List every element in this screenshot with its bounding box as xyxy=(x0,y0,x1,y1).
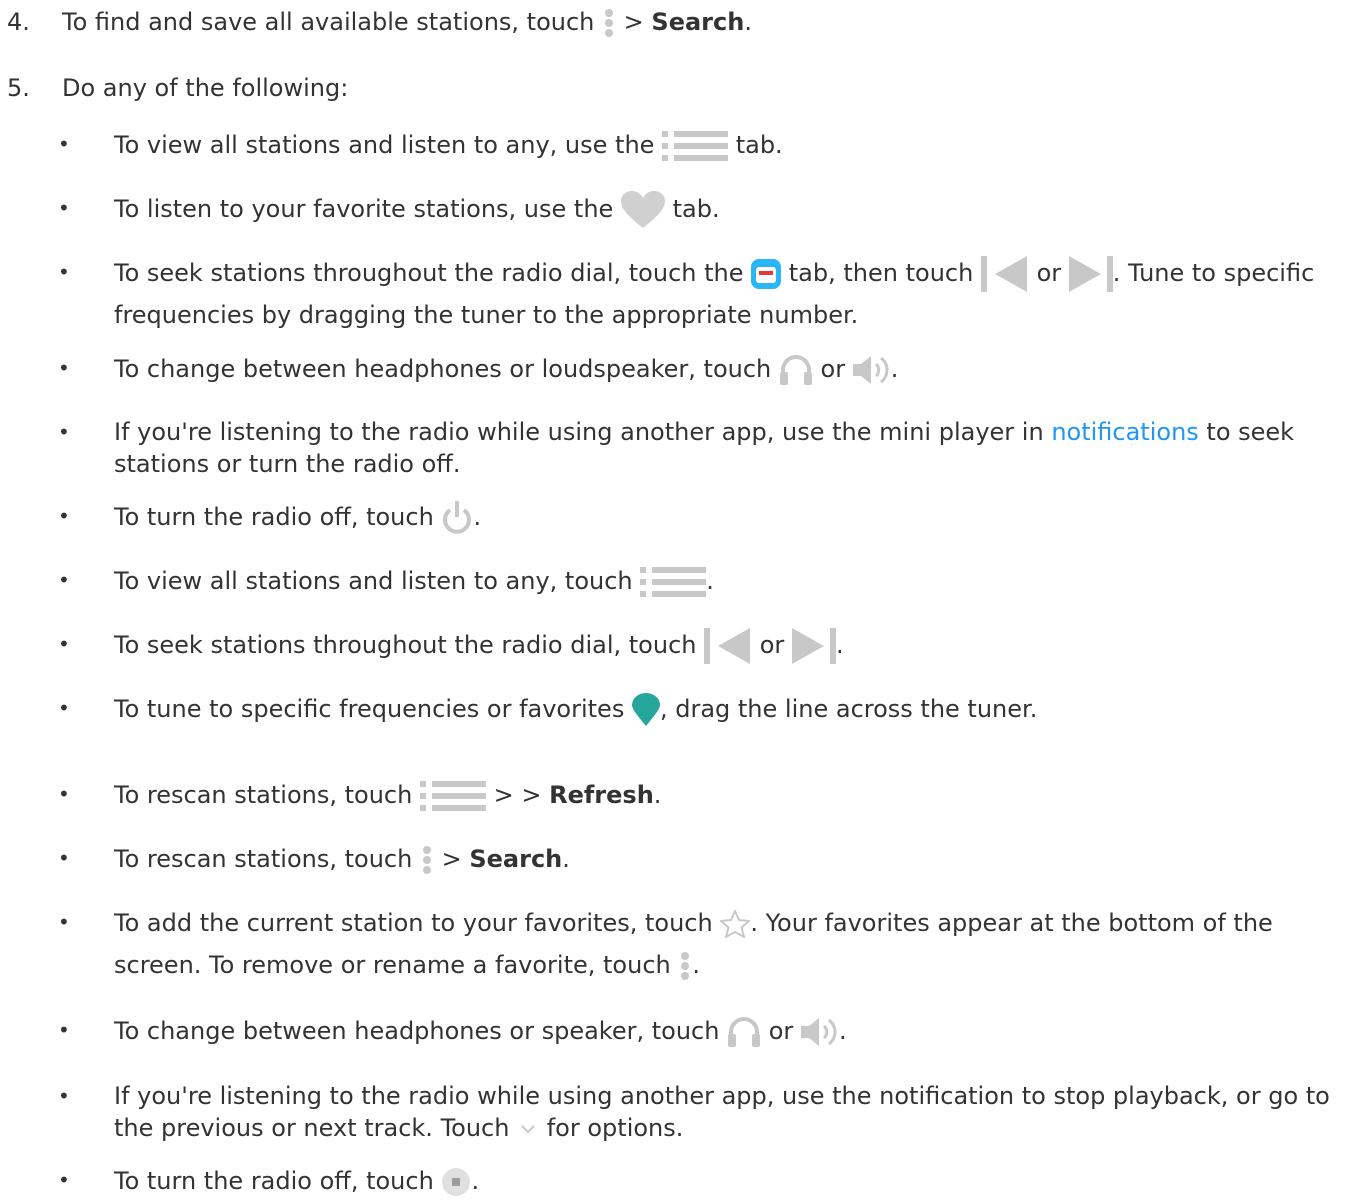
list-item: • To rescan stations, touch > Search. xyxy=(58,838,1348,880)
list-item: • To turn the radio off, touch . xyxy=(58,496,1348,538)
item-text: To listen to your favorite stations, use… xyxy=(114,195,614,223)
star-outline-icon xyxy=(720,910,751,938)
list-item: • To add the current station to your fav… xyxy=(58,902,1348,986)
item-text: tab. xyxy=(735,131,783,159)
item-text: If you're listening to the radio while u… xyxy=(114,418,1044,446)
bullet: • xyxy=(58,1168,70,1192)
item-text: To tune to specific frequencies or favor… xyxy=(114,695,625,723)
item-text: To seek stations throughout the radio di… xyxy=(114,259,744,287)
item-text: . xyxy=(653,781,662,809)
item-text: To change between headphones or speaker,… xyxy=(114,1017,720,1045)
headphones-icon xyxy=(727,1016,761,1048)
list-tab-icon xyxy=(640,563,707,601)
gt-symbol: > > xyxy=(493,781,542,809)
bullet: • xyxy=(58,132,70,156)
bullet: • xyxy=(58,910,70,934)
heart-tab-icon xyxy=(620,191,665,229)
speaker-icon xyxy=(800,1016,839,1048)
item-text: To view all stations and listen to any, … xyxy=(114,567,633,595)
list-tab-icon xyxy=(419,777,486,815)
bullet: • xyxy=(58,504,70,528)
item-text: tab. xyxy=(672,195,720,223)
bullet: • xyxy=(58,1084,70,1108)
list-item: • To change between headphones or speake… xyxy=(58,1010,1348,1052)
list-item: • To view all stations and listen to any… xyxy=(58,124,1348,166)
list-tab-icon xyxy=(662,127,729,165)
bold-term: Refresh xyxy=(549,781,654,809)
skip-previous-icon xyxy=(980,256,1029,292)
item-text: . xyxy=(471,1167,480,1195)
item-text: or xyxy=(768,1017,794,1045)
skip-previous-icon xyxy=(704,628,752,664)
item-text: . xyxy=(706,567,714,595)
headphones-icon xyxy=(779,354,813,386)
list-item: • To seek stations throughout the radio … xyxy=(58,624,1348,666)
item-text: . xyxy=(838,1017,847,1045)
list-item: • To seek stations throughout the radio … xyxy=(58,252,1348,336)
gt-symbol: > xyxy=(441,845,462,873)
chevron-down-icon xyxy=(517,1122,539,1136)
item-text: or xyxy=(1036,259,1062,287)
notifications-link[interactable]: notifications xyxy=(1051,418,1198,446)
list-item: • If you're listening to the radio while… xyxy=(58,1080,1348,1144)
bullet: • xyxy=(58,782,70,806)
item-text: . xyxy=(890,355,899,383)
item-text: To seek stations throughout the radio di… xyxy=(114,631,697,659)
item-text: for options. xyxy=(546,1114,684,1142)
item-text: To add the current station to your favor… xyxy=(114,909,713,937)
list-item: • To listen to your favorite stations, u… xyxy=(58,188,1348,230)
bullet: • xyxy=(58,696,70,720)
item-text: or xyxy=(759,631,785,659)
more-vert-icon xyxy=(602,8,616,38)
punctuation: . xyxy=(692,951,701,979)
list-item: • To tune to specific frequencies or fav… xyxy=(58,688,1348,730)
item-text: . xyxy=(473,503,482,531)
item-text: . xyxy=(835,631,844,659)
item-text: tab, then touch xyxy=(788,259,974,287)
power-icon xyxy=(441,501,473,535)
more-vert-icon xyxy=(420,845,434,875)
bold-term: Search xyxy=(469,845,563,873)
item-text: To rescan stations, touch xyxy=(114,845,413,873)
item-text: If you're listening to the radio while u… xyxy=(114,1082,1330,1142)
speaker-icon xyxy=(852,354,891,386)
step-number: 4. xyxy=(7,8,30,36)
list-item: • If you're listening to the radio while… xyxy=(58,416,1348,480)
bullet: • xyxy=(58,1018,70,1042)
skip-next-icon xyxy=(1068,256,1113,292)
step-number: 5. xyxy=(7,74,30,102)
item-text: To view all stations and listen to any, … xyxy=(114,131,655,159)
punctuation: . xyxy=(744,8,752,36)
more-vert-icon xyxy=(678,951,692,981)
list-item: • To turn the radio off, touch . xyxy=(58,1160,1348,1202)
step-5: 5. Do any of the following: xyxy=(7,74,348,102)
bullet: • xyxy=(58,420,70,444)
step-text: Do any of the following: xyxy=(62,74,349,102)
step-text: To find and save all available stations,… xyxy=(62,8,595,36)
bullet: • xyxy=(58,356,70,380)
item-text: To change between headphones or loudspea… xyxy=(114,355,772,383)
list-item: • To change between headphones or loudsp… xyxy=(58,348,1348,390)
bullet: • xyxy=(58,846,70,870)
radio-tab-icon xyxy=(751,259,782,289)
item-text: To rescan stations, touch xyxy=(114,781,413,809)
gt-symbol: > xyxy=(623,8,644,36)
step-4: 4. To find and save all available station… xyxy=(7,8,752,38)
item-text: or xyxy=(820,355,846,383)
skip-next-icon xyxy=(791,628,836,664)
stop-icon xyxy=(441,1167,471,1197)
bold-term: Search xyxy=(651,8,745,36)
favorite-marker-icon xyxy=(631,693,660,727)
item-text: , drag the line across the tuner. xyxy=(659,695,1038,723)
item-text: To turn the radio off, touch xyxy=(114,1167,434,1195)
bullet: • xyxy=(58,260,70,284)
item-text: . xyxy=(562,845,570,873)
list-item: • To rescan stations, touch > > Refresh. xyxy=(58,774,1348,816)
bullet: • xyxy=(58,632,70,656)
list-item: • To view all stations and listen to any… xyxy=(58,560,1348,602)
bullet: • xyxy=(58,568,70,592)
item-text: To turn the radio off, touch xyxy=(114,503,434,531)
bullet: • xyxy=(58,196,70,220)
